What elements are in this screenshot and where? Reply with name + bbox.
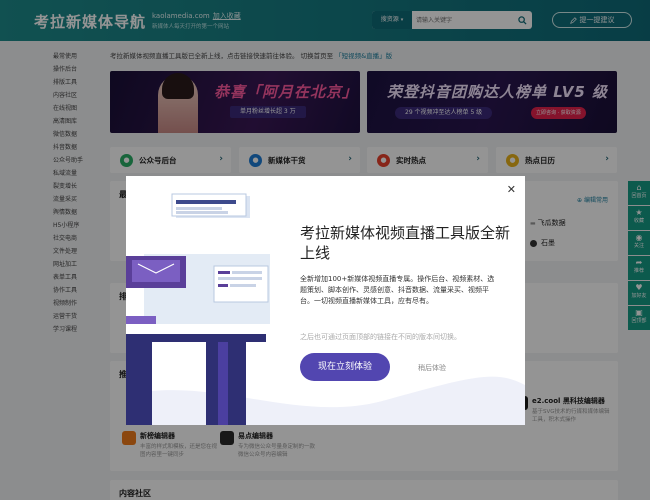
close-icon[interactable]: ✕	[507, 183, 516, 196]
modal-description: 全新增加100+新媒体视频直播专属。操作后台、视频素材、选题策划、脚本创作、灵感…	[300, 275, 495, 305]
announcement-modal: ✕ 考拉新媒体视频直播工具版全新上线 全新增加100+新媒体视频直播专属。操作后…	[126, 176, 525, 425]
modal-illustration	[126, 193, 270, 425]
modal-title: 考拉新媒体视频直播工具版全新上线	[300, 224, 511, 262]
try-later-link[interactable]: 稍后体验	[418, 363, 446, 373]
try-now-button[interactable]: 现在立刻体验	[300, 353, 390, 381]
modal-note: 之后也可通过页面顶部的链接在不同的版本间切换。	[300, 333, 461, 341]
